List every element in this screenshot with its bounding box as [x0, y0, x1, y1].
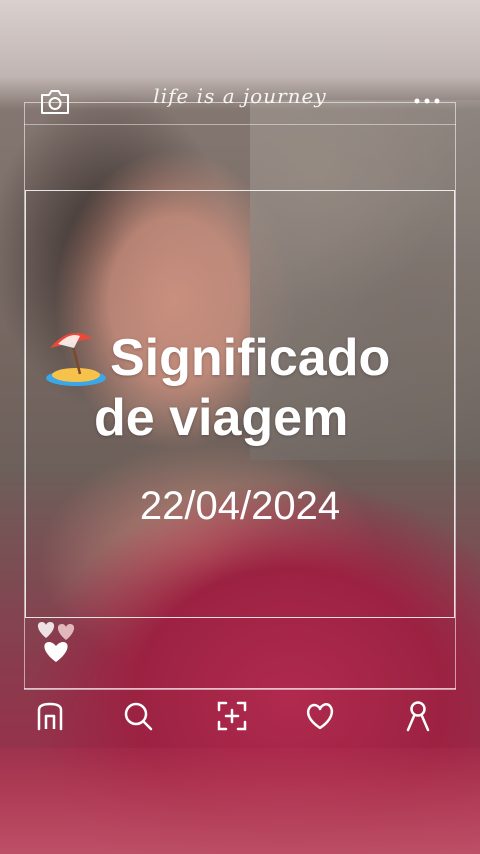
camera-icon[interactable]	[38, 88, 72, 116]
profile-icon[interactable]	[400, 698, 436, 734]
home-icon[interactable]	[32, 698, 68, 734]
bottom-haze	[0, 748, 480, 854]
bottom-navigation	[24, 696, 456, 736]
header-divider	[24, 124, 456, 125]
nav-divider	[24, 688, 456, 689]
title-line-2: de viagem	[94, 389, 349, 447]
hearts-icon[interactable]	[32, 620, 80, 664]
story-date: 22/04/2024	[139, 484, 341, 528]
beach-umbrella-icon	[46, 332, 106, 386]
add-frame-icon[interactable]	[214, 698, 250, 734]
story-screen: life is a journey Significado de viagem …	[0, 0, 480, 854]
story-title: Significado de viagem	[44, 328, 464, 448]
header-tagline: life is a journey	[153, 84, 327, 108]
search-icon[interactable]	[120, 698, 156, 734]
more-dots-icon[interactable]	[412, 96, 442, 106]
heart-icon[interactable]	[302, 698, 338, 734]
title-line-1: Significado	[110, 329, 391, 387]
